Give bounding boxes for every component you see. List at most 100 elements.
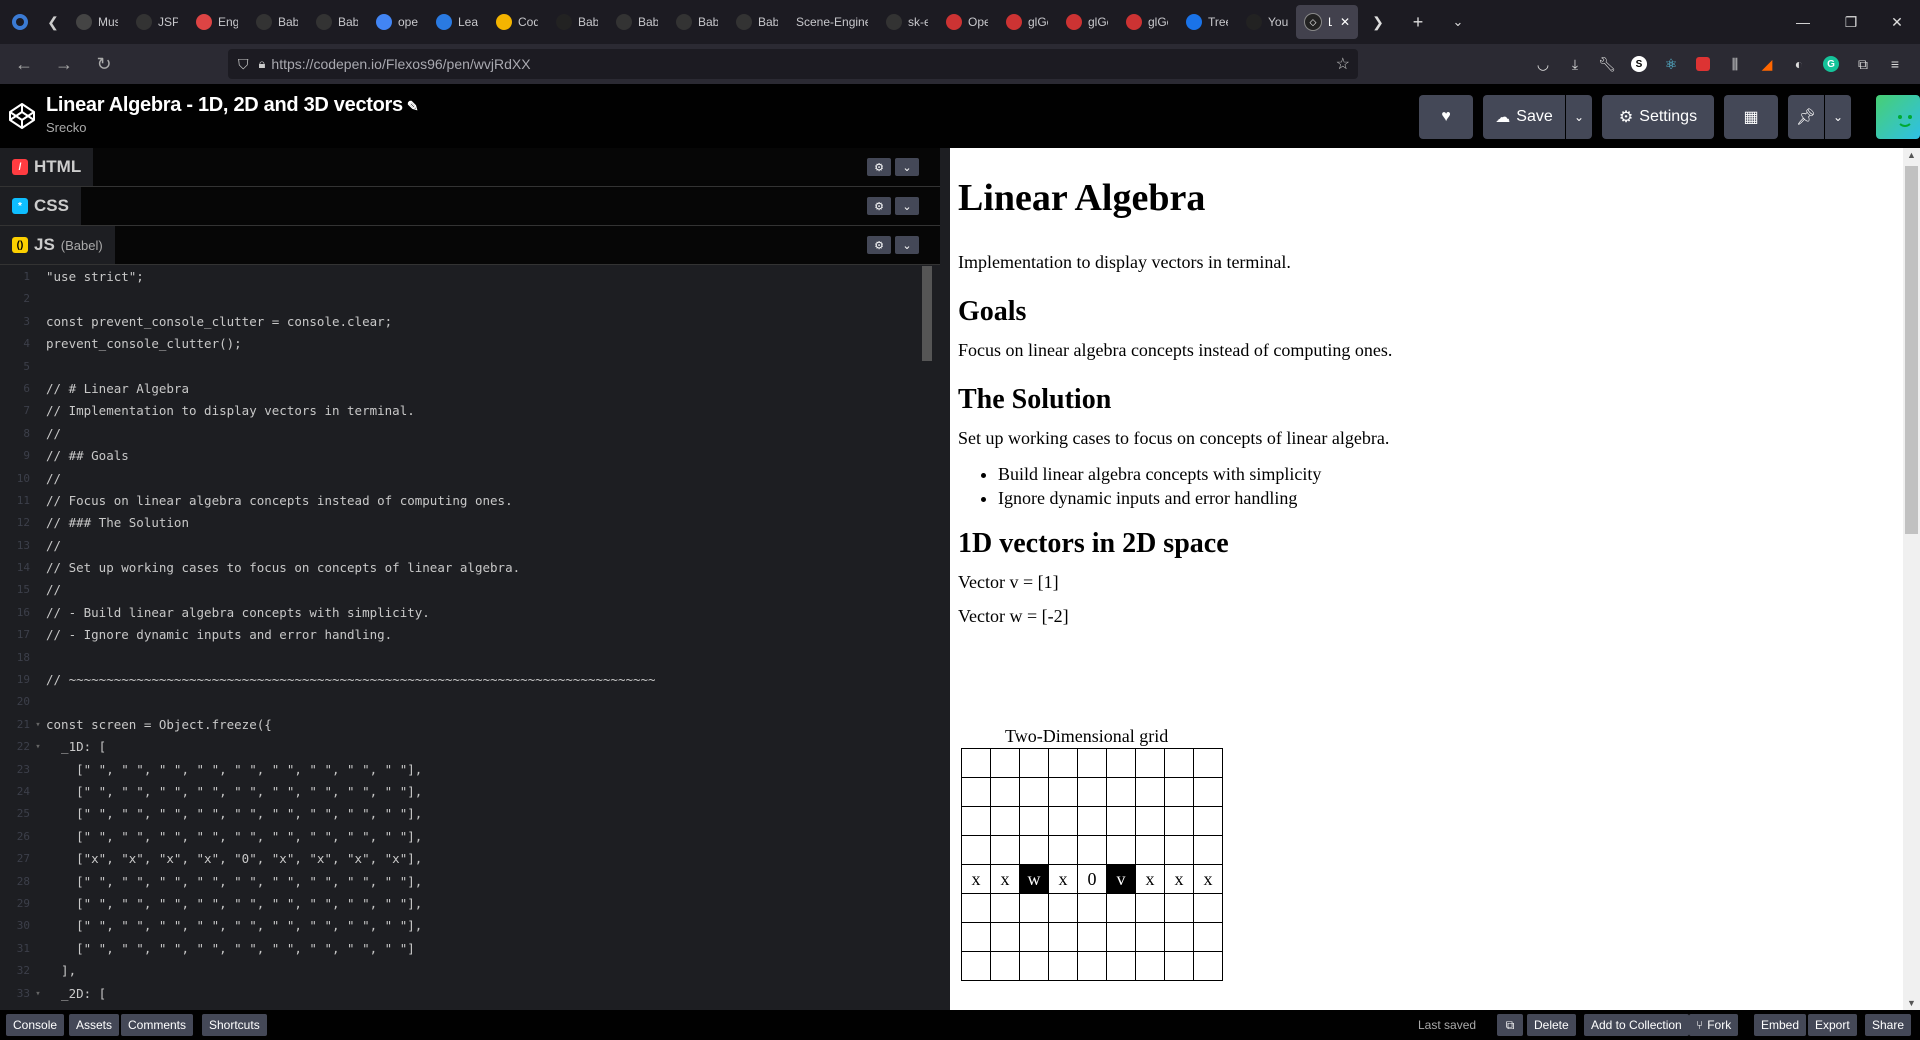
url-bar[interactable]: ⛉ 🔒︎ https://codepen.io/Flexos96/pen/wvj… bbox=[228, 49, 1358, 79]
fold-marker-icon[interactable] bbox=[30, 826, 46, 848]
browser-tab[interactable]: JSProj bbox=[126, 0, 186, 44]
pen-title[interactable]: Linear Algebra - 1D, 2D and 3D vectors ✎ bbox=[46, 94, 419, 117]
fold-marker-icon[interactable] bbox=[30, 803, 46, 825]
browser-tab[interactable]: Scene-Engine bbox=[786, 0, 876, 44]
code-line[interactable]: 7 // Implementation to display vectors in… bbox=[0, 400, 922, 422]
fold-marker-icon[interactable] bbox=[30, 602, 46, 624]
browser-tab[interactable]: openg bbox=[366, 0, 426, 44]
fold-marker-icon[interactable] bbox=[30, 579, 46, 601]
browser-tab[interactable]: Music bbox=[66, 0, 126, 44]
back-icon[interactable]: ← bbox=[4, 44, 44, 84]
reload-icon[interactable]: ↻ bbox=[84, 44, 124, 84]
browser-tab[interactable]: glGet bbox=[1056, 0, 1116, 44]
fold-marker-icon[interactable] bbox=[30, 759, 46, 781]
fold-marker-icon[interactable] bbox=[30, 356, 46, 378]
change-view-button[interactable]: ▦ bbox=[1724, 95, 1778, 139]
code-line[interactable]: 12 // ### The Solution bbox=[0, 512, 922, 534]
fold-marker-icon[interactable]: ▾ bbox=[30, 983, 46, 1005]
code-line[interactable]: 19 // ~~~~~~~~~~~~~~~~~~~~~~~~~~~~~~~~~~~… bbox=[0, 669, 922, 691]
shortcuts-button[interactable]: Shortcuts bbox=[202, 1014, 267, 1036]
avatar[interactable] bbox=[1876, 95, 1920, 139]
pin-button[interactable]: 📌︎ bbox=[1788, 95, 1824, 139]
code-line[interactable]: 26 [" ", " ", " ", " ", " ", " ", " ", "… bbox=[0, 826, 922, 848]
fold-marker-icon[interactable] bbox=[30, 490, 46, 512]
js-code-editor[interactable]: 1 "use strict"; 2 3 const prevent_console_cl… bbox=[0, 266, 922, 1010]
code-line[interactable]: 31 [" ", " ", " ", " ", " ", " ", " ", "… bbox=[0, 938, 922, 960]
delete-button[interactable]: Delete bbox=[1527, 1014, 1576, 1036]
maximize-icon[interactable]: ❐ bbox=[1828, 0, 1874, 44]
browser-tab[interactable]: glGen bbox=[996, 0, 1056, 44]
pen-title-text[interactable]: Linear Algebra - 1D, 2D and 3D vectors bbox=[46, 94, 403, 116]
pocket-icon[interactable]: ◡ bbox=[1528, 49, 1558, 79]
browser-tab[interactable]: Engine bbox=[186, 0, 246, 44]
fold-marker-icon[interactable] bbox=[30, 624, 46, 646]
fold-marker-icon[interactable] bbox=[30, 400, 46, 422]
console-button[interactable]: Console bbox=[6, 1014, 65, 1036]
fold-marker-icon[interactable] bbox=[30, 311, 46, 333]
html-settings-icon[interactable]: ⚙ bbox=[867, 158, 891, 176]
browser-tab[interactable]: CodeP bbox=[486, 0, 546, 44]
code-line[interactable]: 8 // bbox=[0, 423, 922, 445]
code-line[interactable]: 21 ▾ const screen = Object.freeze({ bbox=[0, 714, 922, 736]
browser-tab[interactable]: Your W bbox=[1236, 0, 1296, 44]
close-window-icon[interactable]: ✕ bbox=[1874, 0, 1920, 44]
code-line[interactable]: 9 // ## Goals bbox=[0, 445, 922, 467]
extension-s-icon[interactable]: S bbox=[1624, 49, 1654, 79]
wrench-icon[interactable]: 🔧︎ bbox=[1592, 49, 1622, 79]
shield-icon[interactable]: ⛉ bbox=[238, 56, 249, 73]
code-line[interactable]: 10 // bbox=[0, 468, 922, 490]
fold-marker-icon[interactable] bbox=[30, 288, 46, 310]
fold-marker-icon[interactable] bbox=[30, 333, 46, 355]
preview-scroll-thumb[interactable] bbox=[1905, 166, 1918, 534]
fold-marker-icon[interactable] bbox=[30, 512, 46, 534]
add-to-collection-button[interactable]: Add to Collection bbox=[1584, 1014, 1689, 1036]
code-line[interactable]: 6 // # Linear Algebra bbox=[0, 378, 922, 400]
code-line[interactable]: 20 bbox=[0, 691, 922, 713]
forward-icon[interactable]: → bbox=[44, 44, 84, 84]
code-line[interactable]: 30 [" ", " ", " ", " ", " ", " ", " ", "… bbox=[0, 915, 922, 937]
fold-marker-icon[interactable] bbox=[30, 871, 46, 893]
downloads-icon[interactable]: ⤓ bbox=[1560, 49, 1590, 79]
lock-icon[interactable]: 🔒︎ bbox=[259, 56, 266, 72]
heart-button[interactable]: ♥ bbox=[1419, 95, 1473, 139]
fold-marker-icon[interactable] bbox=[30, 378, 46, 400]
fold-marker-icon[interactable]: ▾ bbox=[30, 714, 46, 736]
url-text[interactable]: https://codepen.io/Flexos96/pen/wvjRdXX bbox=[271, 56, 530, 72]
react-devtools-icon[interactable]: ⚛ bbox=[1656, 49, 1686, 79]
codepen-logo-icon[interactable] bbox=[8, 102, 36, 130]
browser-tab[interactable]: sk-eng bbox=[876, 0, 936, 44]
browser-tab[interactable]: OpenG bbox=[936, 0, 996, 44]
scroll-up-icon[interactable]: ▲ bbox=[1907, 150, 1916, 160]
browser-tab[interactable]: Babylon bbox=[246, 0, 306, 44]
css-settings-icon[interactable]: ⚙ bbox=[867, 197, 891, 215]
code-line[interactable]: 32 ], bbox=[0, 960, 922, 982]
code-line[interactable]: 2 bbox=[0, 288, 922, 310]
fold-marker-icon[interactable] bbox=[30, 915, 46, 937]
tab-html[interactable]: / HTML bbox=[0, 148, 94, 186]
code-line[interactable]: 33 ▾ _2D: [ bbox=[0, 983, 922, 1005]
extension-circle-icon[interactable]: ◐ bbox=[1784, 49, 1814, 79]
scroll-tabs-right-icon[interactable]: ❯ bbox=[1358, 0, 1398, 44]
code-line[interactable]: 27 ["x", "x", "x", "x", "0", "x", "x", "… bbox=[0, 848, 922, 870]
fold-marker-icon[interactable] bbox=[30, 468, 46, 490]
js-collapse-icon[interactable]: ⌄ bbox=[895, 236, 919, 254]
assets-button[interactable]: Assets bbox=[69, 1014, 120, 1036]
save-options-dropdown[interactable]: ⌄ bbox=[1566, 95, 1592, 139]
open-external-button[interactable]: ⧉ bbox=[1497, 1014, 1523, 1036]
menu-icon[interactable]: ≡ bbox=[1880, 49, 1910, 79]
list-tabs-icon[interactable]: ⌄ bbox=[1438, 0, 1478, 44]
code-line[interactable]: 5 bbox=[0, 356, 922, 378]
fold-marker-icon[interactable] bbox=[30, 669, 46, 691]
comments-button[interactable]: Comments bbox=[121, 1014, 194, 1036]
browser-tab[interactable]: Babylon bbox=[726, 0, 786, 44]
scroll-tabs-left-icon[interactable]: ❮ bbox=[40, 0, 66, 44]
code-line[interactable]: 15 // bbox=[0, 579, 922, 601]
tab-js[interactable]: () JS (Babel) bbox=[0, 226, 115, 264]
close-tab-icon[interactable]: ✕ bbox=[1340, 15, 1350, 29]
bookmark-star-icon[interactable]: ☆ bbox=[1336, 54, 1350, 74]
code-line[interactable]: 29 [" ", " ", " ", " ", " ", " ", " ", "… bbox=[0, 893, 922, 915]
code-line[interactable]: 23 [" ", " ", " ", " ", " ", " ", " ", "… bbox=[0, 759, 922, 781]
fold-marker-icon[interactable] bbox=[30, 781, 46, 803]
fork-button[interactable]: ⑂ Fork bbox=[1689, 1014, 1739, 1036]
pin-options-dropdown[interactable]: ⌄ bbox=[1825, 95, 1851, 139]
